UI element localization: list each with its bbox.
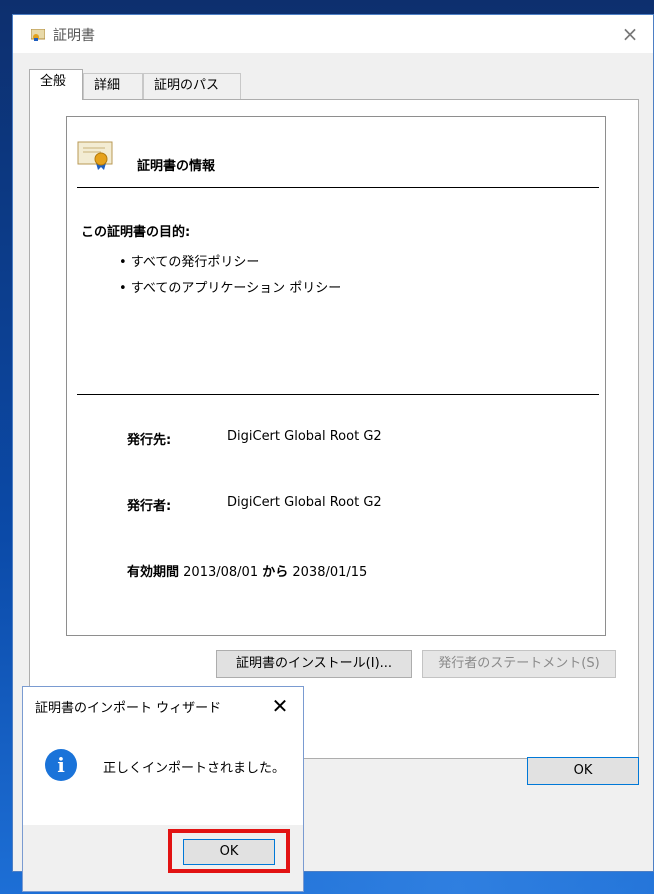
valid-from: 2013/08/01 bbox=[183, 565, 259, 580]
certificate-icon bbox=[31, 29, 45, 41]
issued-by-value: DigiCert Global Root G2 bbox=[227, 495, 382, 510]
purpose-item: • すべてのアプリケーション ポリシー bbox=[119, 281, 342, 296]
tab-general[interactable]: 全般 bbox=[29, 69, 83, 100]
validity-separator: から bbox=[262, 565, 289, 580]
issuer-statement-button[interactable]: 発行者のステートメント(S) bbox=[422, 650, 616, 678]
dialog-body: i 正しくインポートされました。 bbox=[23, 725, 303, 825]
certificate-icon bbox=[77, 141, 113, 170]
close-icon[interactable]: ✕ bbox=[267, 693, 293, 719]
import-wizard-dialog: 証明書のインポート ウィザード ✕ i 正しくインポートされました。 OK bbox=[22, 686, 304, 892]
close-icon[interactable]: × bbox=[617, 21, 643, 47]
certificate-info-box: 証明書の情報 この証明書の目的: • すべての発行ポリシー • すべてのアプリケ… bbox=[66, 116, 606, 636]
purpose-title: この証明書の目的: bbox=[81, 225, 191, 240]
success-message: 正しくインポートされました。 bbox=[103, 761, 286, 776]
information-icon: i bbox=[45, 749, 77, 781]
divider bbox=[77, 187, 599, 188]
tab-certification-path[interactable]: 証明のパス bbox=[143, 73, 241, 99]
red-highlight-box bbox=[168, 829, 290, 873]
tab-details[interactable]: 詳細 bbox=[83, 73, 143, 99]
dialog-title: 証明書のインポート ウィザード bbox=[35, 701, 222, 716]
issued-to-label: 発行先: bbox=[127, 433, 172, 448]
ok-button[interactable]: OK bbox=[527, 757, 639, 785]
valid-to: 2038/01/15 bbox=[292, 565, 368, 580]
issued-to-value: DigiCert Global Root G2 bbox=[227, 429, 382, 444]
general-tab-page: 証明書の情報 この証明書の目的: • すべての発行ポリシー • すべてのアプリケ… bbox=[29, 99, 639, 759]
purpose-item: • すべての発行ポリシー bbox=[119, 255, 260, 270]
validity-row: 有効期間 2013/08/01 から 2038/01/15 bbox=[127, 561, 367, 580]
validity-label: 有効期間 bbox=[127, 565, 180, 580]
dialog-title-bar: 証明書のインポート ウィザード ✕ bbox=[23, 687, 303, 725]
divider bbox=[77, 394, 599, 395]
install-certificate-button[interactable]: 証明書のインストール(I)... bbox=[216, 650, 412, 678]
title-bar: 証明書 × bbox=[13, 15, 653, 53]
window-title: 証明書 bbox=[53, 28, 95, 44]
info-title: 証明書の情報 bbox=[137, 159, 216, 174]
issued-by-label: 発行者: bbox=[127, 499, 172, 514]
